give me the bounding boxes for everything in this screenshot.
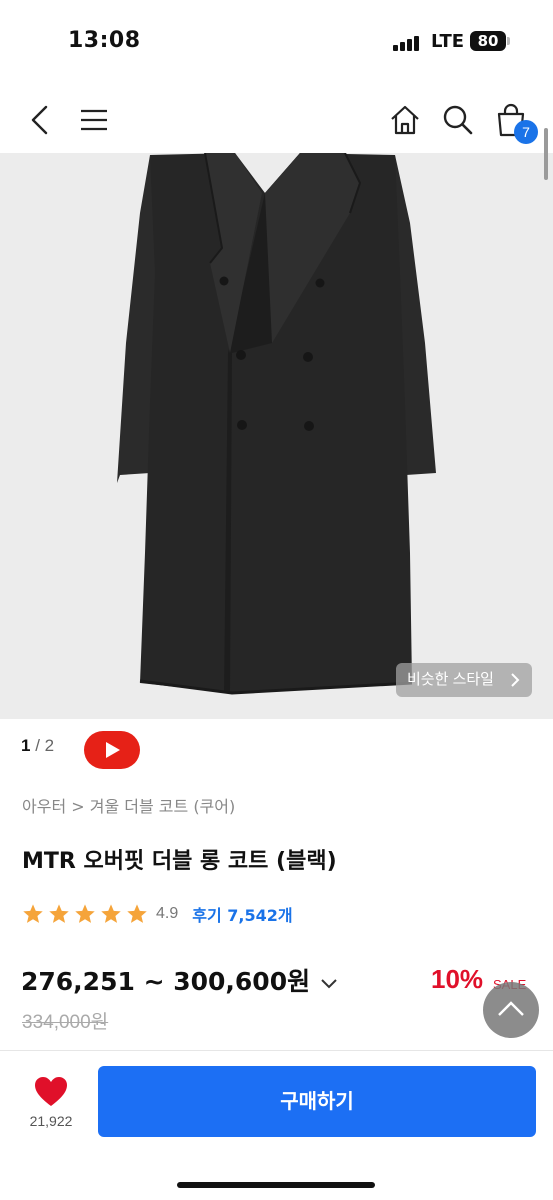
heart-icon <box>35 1077 67 1106</box>
similar-style-label: 비슷한 스타일 <box>407 671 494 688</box>
battery-icon: 80 <box>470 31 506 51</box>
price-row: 276,251 ~ 300,600원 <box>21 962 338 998</box>
review-count-link[interactable]: 후기 7,542개 <box>192 902 292 926</box>
home-indicator <box>177 1182 375 1188</box>
menu-icon[interactable] <box>74 100 114 140</box>
pager-total: 2 <box>44 736 55 755</box>
status-time: 13:08 <box>68 28 141 53</box>
star-icon <box>23 904 43 923</box>
star-icon <box>75 904 95 923</box>
buy-button[interactable]: 구매하기 <box>98 1066 536 1137</box>
battery-tip <box>507 37 510 45</box>
scrollbar[interactable] <box>544 128 548 180</box>
play-icon <box>106 742 120 758</box>
rating-stars <box>22 903 152 925</box>
like-count: 21,922 <box>29 1113 73 1129</box>
rating-value: 4.9 <box>156 905 179 922</box>
image-pager: 1 / 2 <box>21 736 54 756</box>
similar-style-button[interactable]: 비슷한 스타일 <box>396 663 532 697</box>
star-icon <box>127 904 147 923</box>
discount-rate: 10% <box>431 964 484 994</box>
original-price: 334,000원 <box>22 1012 109 1033</box>
scroll-to-top-button[interactable] <box>483 982 539 1038</box>
cart-count-badge: 7 <box>514 120 538 144</box>
chevron-down-icon[interactable] <box>320 967 338 996</box>
star-icon <box>49 904 69 923</box>
star-icon <box>101 904 121 923</box>
product-title: MTR 오버핏 더블 롱 코트 (블랙) <box>22 849 337 874</box>
product-image[interactable] <box>0 153 553 719</box>
price-range: 276,251 ~ 300,600원 <box>21 967 311 996</box>
chevron-up-icon <box>498 1001 524 1016</box>
search-icon[interactable] <box>438 100 478 140</box>
coat-image <box>117 153 436 695</box>
back-icon[interactable] <box>20 100 60 140</box>
breadcrumb[interactable]: 아우터 > 겨울 더블 코트 (쿠어) <box>22 793 235 817</box>
rating-row: 4.9 후기 7,542개 <box>22 901 293 927</box>
home-icon[interactable] <box>385 100 425 140</box>
nav-bar <box>0 88 553 152</box>
pager-separator: / <box>30 736 45 755</box>
network-label: LTE <box>431 31 465 52</box>
chevron-right-icon <box>510 663 520 710</box>
signal-icon <box>393 35 421 51</box>
status-bar: 13:08 LTE 80 <box>0 0 553 80</box>
youtube-play-button[interactable] <box>84 731 140 769</box>
